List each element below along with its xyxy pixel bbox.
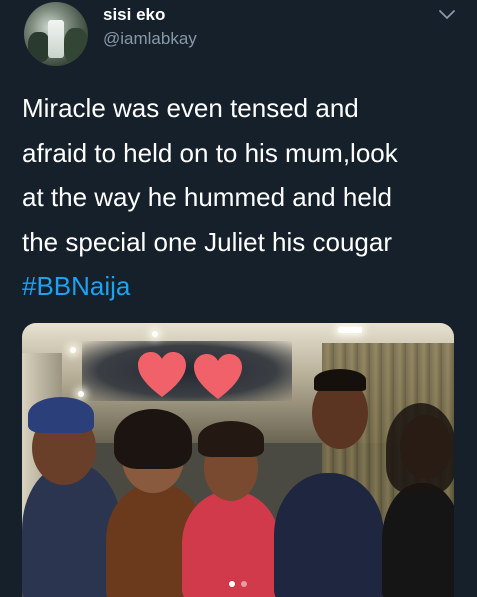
avatar-rock [64,28,88,64]
tweet-text-line: the special one Juliet his cougar [22,226,393,257]
photo-ceiling-light [152,331,158,337]
author-handle[interactable]: @iamlabkay [103,29,197,49]
tweet-photo[interactable] [22,323,454,597]
photo-person-hair [314,369,366,391]
carousel-indicator [22,581,454,587]
tweet-text-line: Miracle was even tensed and [22,93,359,123]
avatar-waterfall [48,20,64,58]
photo-person [274,473,384,597]
tweet-text: Miracle was even tensed and afraid to he… [22,86,462,309]
carousel-dot[interactable] [229,581,235,587]
avatar-rock [28,32,50,62]
heart-icon [194,354,242,399]
tweet-text-line: afraid to held on to his mum,look [22,137,398,168]
photo-ceiling-light [338,327,362,333]
photo-person-hair [114,409,192,469]
photo-person [382,483,454,597]
heart-icon [138,352,186,397]
author-avatar[interactable] [24,2,88,66]
photo-ceiling-light [70,347,76,353]
hashtag-link[interactable]: #BBNaija [22,264,462,309]
tweet-text-line: at the way he hummed and held [22,182,393,212]
carousel-dot[interactable] [241,581,247,587]
photo-ceiling-light [78,391,84,397]
tweet: sisi eko @iamlabkay Miracle was even ten… [0,0,477,597]
author-display-name[interactable]: sisi eko [103,5,165,25]
chevron-down-icon[interactable] [438,8,456,22]
photo-person-hair [198,421,264,457]
photo-person-hair [386,403,454,493]
photo-person-headwrap [28,397,94,433]
